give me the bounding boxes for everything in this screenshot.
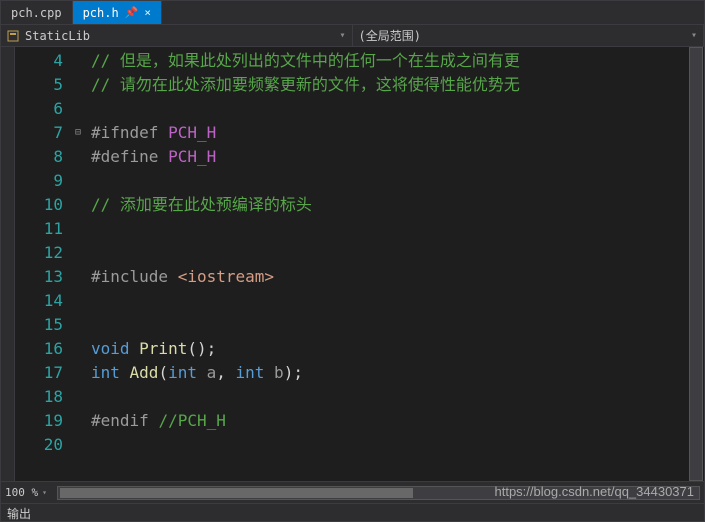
line-number: 10 — [15, 193, 63, 217]
code-line[interactable]: void Print(); — [91, 337, 704, 361]
project-icon — [7, 30, 19, 42]
line-number-gutter: 4567891011121314151617181920 — [15, 47, 75, 481]
fold-column: ⊟ — [75, 47, 91, 481]
line-number: 20 — [15, 433, 63, 457]
line-number: 5 — [15, 73, 63, 97]
output-panel-header[interactable]: 输出 — [1, 503, 704, 521]
line-number: 16 — [15, 337, 63, 361]
line-number: 4 — [15, 49, 63, 73]
code-line[interactable]: #ifndef PCH_H — [91, 121, 704, 145]
code-line[interactable]: // 请勿在此处添加要频繁更新的文件，这将使得性能优势无 — [91, 73, 704, 97]
code-area[interactable]: // 但是，如果此处列出的文件中的任何一个在生成之间有更// 请勿在此处添加要频… — [91, 47, 704, 481]
code-line[interactable] — [91, 217, 704, 241]
margin-strip — [1, 47, 15, 481]
code-line[interactable] — [91, 433, 704, 457]
line-number: 13 — [15, 265, 63, 289]
chevron-down-icon[interactable]: ▾ — [339, 30, 345, 41]
nav-right-label: (全局范围) — [359, 27, 421, 44]
code-line[interactable]: #include <iostream> — [91, 265, 704, 289]
line-number: 18 — [15, 385, 63, 409]
code-line[interactable] — [91, 97, 704, 121]
tab-label: pch.h — [83, 6, 119, 20]
code-line[interactable]: int Add(int a, int b); — [91, 361, 704, 385]
close-icon[interactable]: × — [144, 6, 151, 19]
code-line[interactable]: // 添加要在此处预编译的标头 — [91, 193, 704, 217]
zoom-value[interactable]: 100 % — [5, 486, 38, 499]
code-editor[interactable]: 4567891011121314151617181920 ⊟ // 但是，如果此… — [1, 47, 704, 481]
code-line[interactable] — [91, 385, 704, 409]
nav-scope-right[interactable]: (全局范围) ▾ — [353, 25, 705, 46]
line-number: 15 — [15, 313, 63, 337]
line-number: 14 — [15, 289, 63, 313]
code-line[interactable] — [91, 241, 704, 265]
line-number: 8 — [15, 145, 63, 169]
nav-bar: StaticLib ▾ (全局范围) ▾ — [1, 25, 704, 47]
tab-bar: pch.cpp pch.h 📌 × — [1, 1, 704, 25]
nav-scope-left[interactable]: StaticLib ▾ — [1, 25, 353, 46]
chevron-down-icon[interactable]: ▾ — [42, 488, 47, 497]
line-number: 9 — [15, 169, 63, 193]
watermark-text: https://blog.csdn.net/qq_34430371 — [495, 484, 695, 499]
output-label: 输出 — [7, 507, 31, 521]
code-line[interactable] — [91, 313, 704, 337]
tab-active[interactable]: pch.h 📌 × — [73, 1, 162, 24]
code-line[interactable]: // 但是，如果此处列出的文件中的任何一个在生成之间有更 — [91, 49, 704, 73]
code-line[interactable]: #define PCH_H — [91, 145, 704, 169]
pin-icon[interactable]: 📌 — [125, 6, 139, 19]
line-number: 17 — [15, 361, 63, 385]
line-number: 19 — [15, 409, 63, 433]
line-number: 7 — [15, 121, 63, 145]
chevron-down-icon[interactable]: ▾ — [691, 30, 697, 41]
code-line[interactable] — [91, 289, 704, 313]
tab-label: pch.cpp — [11, 6, 62, 20]
code-line[interactable] — [91, 169, 704, 193]
fold-toggle-icon[interactable]: ⊟ — [75, 121, 81, 145]
code-line[interactable]: #endif //PCH_H — [91, 409, 704, 433]
nav-left-label: StaticLib — [25, 29, 90, 43]
line-number: 11 — [15, 217, 63, 241]
scrollbar-thumb[interactable] — [60, 488, 413, 498]
line-number: 12 — [15, 241, 63, 265]
vertical-scrollbar[interactable] — [689, 47, 703, 481]
line-number: 6 — [15, 97, 63, 121]
tab-inactive[interactable]: pch.cpp — [1, 1, 73, 24]
